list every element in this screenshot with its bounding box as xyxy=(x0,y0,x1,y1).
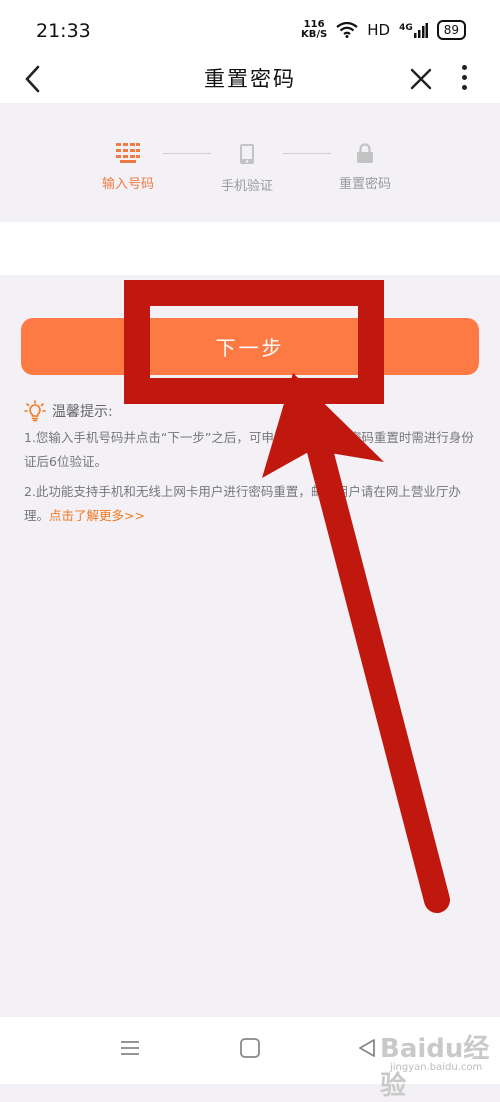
phone-number-input[interactable] xyxy=(0,222,500,275)
signal-bars-icon xyxy=(413,22,428,38)
tip-line-2: 2.此功能支持手机和无线上网卡用户进行密码重置，邮箱用户请在网上营业厅办理。点击… xyxy=(24,484,461,523)
more-options-icon[interactable] xyxy=(462,65,470,95)
watermark-url: jingyan.baidu.com xyxy=(390,1062,483,1073)
nav-bar: 重置密码 xyxy=(0,55,500,103)
progress-steps: 输入号码 手机验证 重置密码 xyxy=(0,113,500,221)
learn-more-link[interactable]: 点击了解更多>> xyxy=(49,508,145,523)
clock: 21:33 xyxy=(36,20,91,42)
step-phone-verify: 手机验证 xyxy=(187,143,307,194)
nav-back-icon[interactable] xyxy=(356,1037,378,1059)
battery-indicator: 89 xyxy=(436,20,466,40)
status-bar: 21:33 116 KB/S HD 4G 89 xyxy=(0,0,500,55)
close-icon[interactable] xyxy=(406,61,436,97)
home-icon[interactable] xyxy=(239,1037,261,1059)
status-icons: 116 KB/S HD 4G 89 xyxy=(301,20,466,40)
tips-heading: 温馨提示: xyxy=(24,400,476,422)
step-enter-number: 输入号码 xyxy=(68,143,188,192)
phone-icon xyxy=(240,144,254,164)
lock-icon xyxy=(357,143,373,163)
wifi-icon xyxy=(336,22,358,38)
tips-section: 温馨提示: 1.您输入手机号码并点击“下一步”之后，可申请密码重置，密码重置时需… xyxy=(24,400,476,534)
step-reset-password: 重置密码 xyxy=(305,143,425,192)
next-step-button[interactable]: 下一步 xyxy=(21,318,479,375)
keypad-icon xyxy=(116,143,140,163)
signal-icon: 4G xyxy=(399,22,428,38)
menu-icon[interactable] xyxy=(119,1037,141,1059)
lightbulb-icon xyxy=(24,400,46,422)
tip-line-1: 1.您输入手机号码并点击“下一步”之后，可申请密码重置，密码重置时需进行身份证后… xyxy=(24,430,474,469)
hd-label: HD xyxy=(367,21,391,39)
network-speed: 116 KB/S xyxy=(300,19,328,40)
